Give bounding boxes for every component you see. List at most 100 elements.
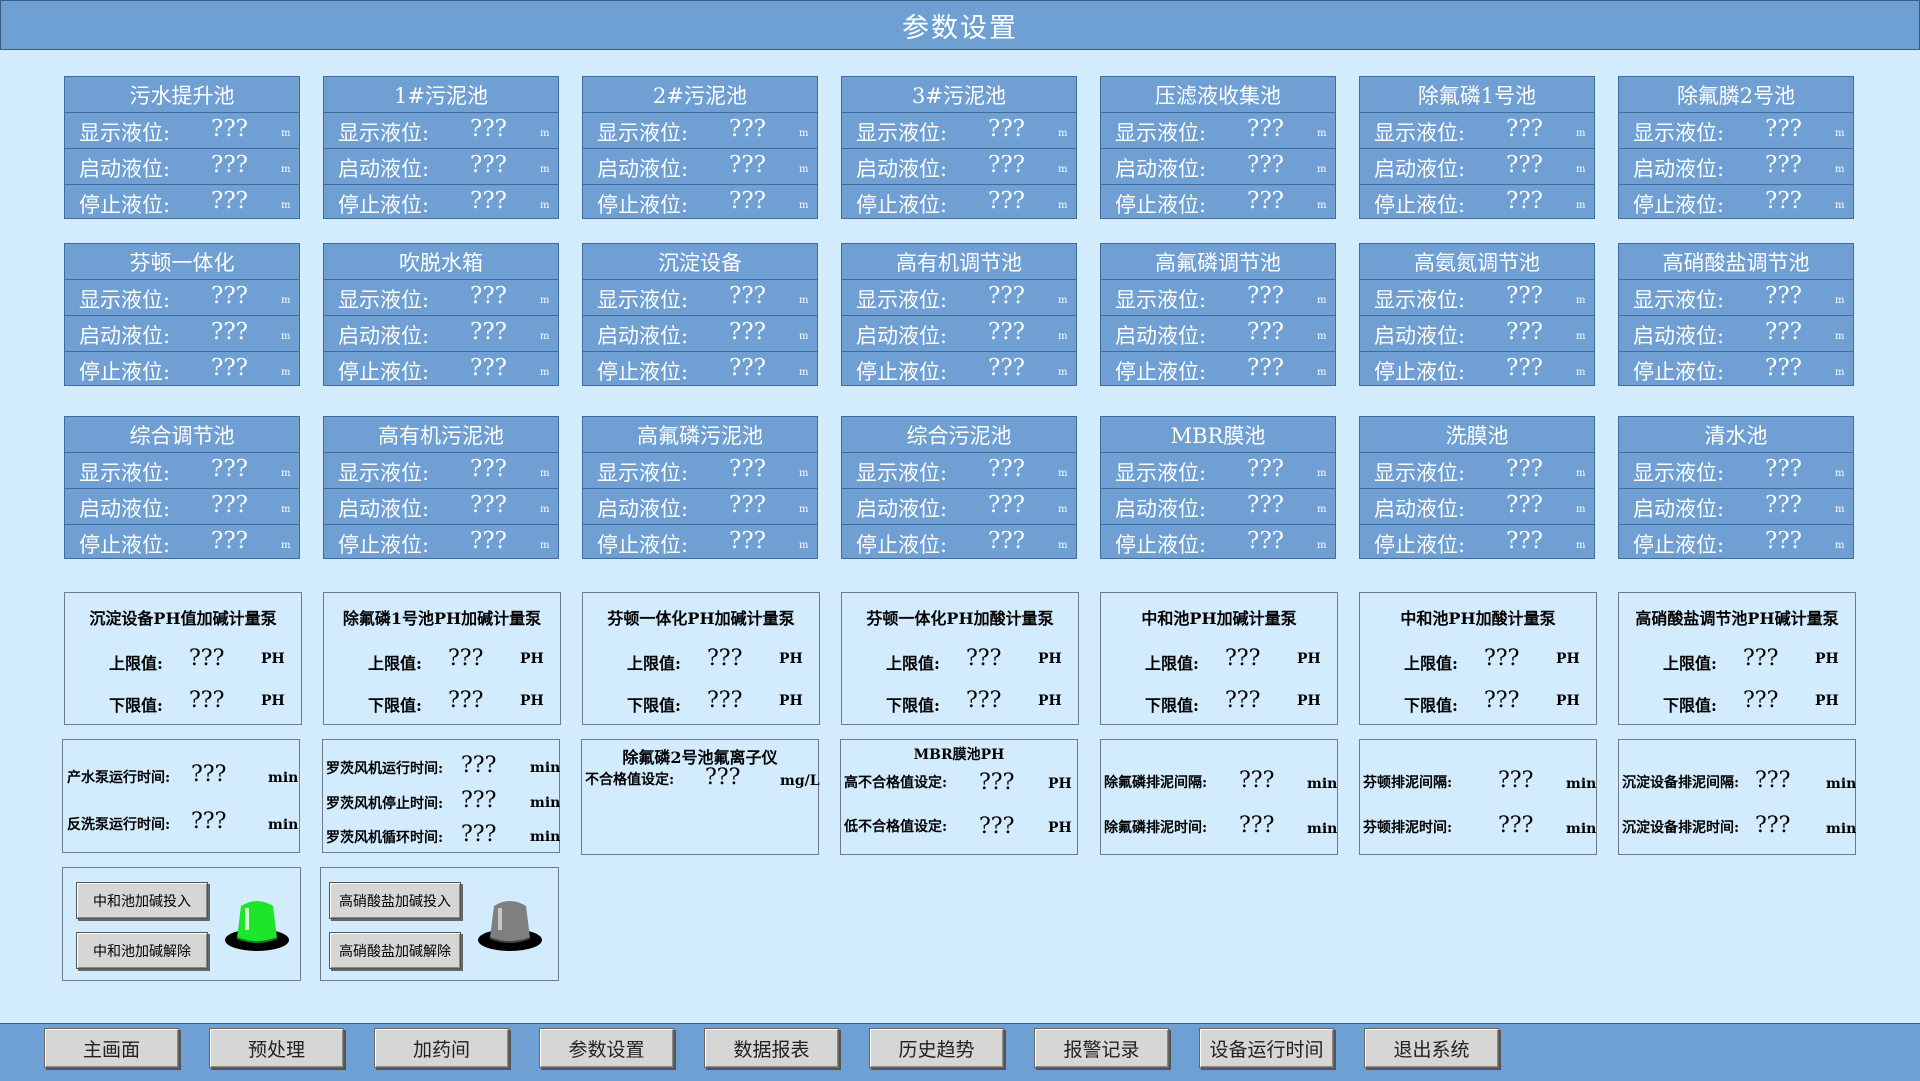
level-value-start[interactable]: ??? xyxy=(1506,492,1543,518)
level-value-start[interactable]: ??? xyxy=(1765,152,1802,178)
backwash-pump-value[interactable]: ??? xyxy=(191,809,226,834)
nav-button[interactable]: 加药间 xyxy=(374,1028,509,1068)
level-value-start[interactable]: ??? xyxy=(211,152,248,178)
nav-button[interactable]: 报警记录 xyxy=(1034,1028,1169,1068)
level-value-display[interactable]: ??? xyxy=(1765,456,1802,482)
level-value-start[interactable]: ??? xyxy=(729,152,766,178)
fp-time-value[interactable]: ??? xyxy=(1239,813,1274,838)
ph-lower-value[interactable]: ??? xyxy=(189,688,224,713)
level-value-display[interactable]: ??? xyxy=(211,456,248,482)
level-value-display[interactable]: ??? xyxy=(1247,116,1284,142)
level-value-start[interactable]: ??? xyxy=(470,319,507,345)
level-value-display[interactable]: ??? xyxy=(1247,456,1284,482)
fenton-interval-value[interactable]: ??? xyxy=(1498,768,1533,793)
level-value-display[interactable]: ??? xyxy=(988,283,1025,309)
level-value-display[interactable]: ??? xyxy=(988,116,1025,142)
level-value-start[interactable]: ??? xyxy=(988,152,1025,178)
level-value-start[interactable]: ??? xyxy=(211,319,248,345)
nav-button[interactable]: 退出系统 xyxy=(1364,1028,1499,1068)
level-value-stop[interactable]: ??? xyxy=(988,355,1025,381)
mbr-low-value[interactable]: ??? xyxy=(979,814,1014,839)
neutral-dosing-on-button[interactable]: 中和池加碱投入 xyxy=(76,882,208,919)
level-value-start[interactable]: ??? xyxy=(988,319,1025,345)
ph-upper-value[interactable]: ??? xyxy=(448,646,483,671)
level-value-stop[interactable]: ??? xyxy=(1765,188,1802,214)
level-value-stop[interactable]: ??? xyxy=(1247,528,1284,554)
level-value-display[interactable]: ??? xyxy=(211,283,248,309)
roots-stop-value[interactable]: ??? xyxy=(461,788,496,813)
roots-run-value[interactable]: ??? xyxy=(461,753,496,778)
level-value-stop[interactable]: ??? xyxy=(1506,188,1543,214)
level-value-display[interactable]: ??? xyxy=(470,283,507,309)
level-value-start[interactable]: ??? xyxy=(1765,319,1802,345)
level-value-stop[interactable]: ??? xyxy=(1506,355,1543,381)
mbr-high-value[interactable]: ??? xyxy=(979,770,1014,795)
fluoride-value[interactable]: ??? xyxy=(705,765,740,790)
level-value-start[interactable]: ??? xyxy=(211,492,248,518)
level-value-stop[interactable]: ??? xyxy=(1765,355,1802,381)
fenton-time-value[interactable]: ??? xyxy=(1498,813,1533,838)
produce-pump-value[interactable]: ??? xyxy=(191,762,226,787)
level-value-display[interactable]: ??? xyxy=(470,116,507,142)
sed-interval-value[interactable]: ??? xyxy=(1755,768,1790,793)
ph-lower-value[interactable]: ??? xyxy=(966,688,1001,713)
nitrate-dosing-off-button[interactable]: 高硝酸盐加碱解除 xyxy=(329,932,461,969)
ph-lower-value[interactable]: ??? xyxy=(1743,688,1778,713)
ph-upper-value[interactable]: ??? xyxy=(1225,646,1260,671)
level-value-start[interactable]: ??? xyxy=(988,492,1025,518)
level-value-stop[interactable]: ??? xyxy=(211,188,248,214)
ph-upper-value[interactable]: ??? xyxy=(189,646,224,671)
nav-button[interactable]: 预处理 xyxy=(209,1028,344,1068)
neutral-dosing-off-button[interactable]: 中和池加碱解除 xyxy=(76,932,208,969)
level-value-display[interactable]: ??? xyxy=(729,283,766,309)
nitrate-dosing-on-button[interactable]: 高硝酸盐加碱投入 xyxy=(329,882,461,919)
level-value-display[interactable]: ??? xyxy=(988,456,1025,482)
level-value-display[interactable]: ??? xyxy=(1247,283,1284,309)
level-value-start[interactable]: ??? xyxy=(1506,319,1543,345)
level-value-stop[interactable]: ??? xyxy=(729,188,766,214)
level-value-stop[interactable]: ??? xyxy=(988,528,1025,554)
level-value-display[interactable]: ??? xyxy=(1506,116,1543,142)
ph-upper-value[interactable]: ??? xyxy=(1484,646,1519,671)
level-value-stop[interactable]: ??? xyxy=(1765,528,1802,554)
level-value-stop[interactable]: ??? xyxy=(470,188,507,214)
level-value-display[interactable]: ??? xyxy=(729,456,766,482)
level-value-start[interactable]: ??? xyxy=(729,319,766,345)
level-value-stop[interactable]: ??? xyxy=(1247,355,1284,381)
ph-upper-value[interactable]: ??? xyxy=(707,646,742,671)
level-value-stop[interactable]: ??? xyxy=(1506,528,1543,554)
level-value-stop[interactable]: ??? xyxy=(470,528,507,554)
level-value-display[interactable]: ??? xyxy=(1765,283,1802,309)
level-value-stop[interactable]: ??? xyxy=(729,355,766,381)
ph-upper-value[interactable]: ??? xyxy=(1743,646,1778,671)
nav-button[interactable]: 历史趋势 xyxy=(869,1028,1004,1068)
level-value-start[interactable]: ??? xyxy=(470,492,507,518)
level-value-stop[interactable]: ??? xyxy=(470,355,507,381)
level-value-display[interactable]: ??? xyxy=(729,116,766,142)
level-value-display[interactable]: ??? xyxy=(1506,283,1543,309)
level-value-start[interactable]: ??? xyxy=(729,492,766,518)
ph-lower-value[interactable]: ??? xyxy=(707,688,742,713)
level-value-display[interactable]: ??? xyxy=(470,456,507,482)
nav-button[interactable]: 主画面 xyxy=(44,1028,179,1068)
level-value-start[interactable]: ??? xyxy=(1765,492,1802,518)
level-value-display[interactable]: ??? xyxy=(1765,116,1802,142)
level-value-stop[interactable]: ??? xyxy=(211,355,248,381)
level-value-start[interactable]: ??? xyxy=(1247,152,1284,178)
level-value-start[interactable]: ??? xyxy=(1247,492,1284,518)
ph-upper-value[interactable]: ??? xyxy=(966,646,1001,671)
nav-button[interactable]: 数据报表 xyxy=(704,1028,839,1068)
level-value-start[interactable]: ??? xyxy=(470,152,507,178)
level-value-stop[interactable]: ??? xyxy=(1247,188,1284,214)
level-value-start[interactable]: ??? xyxy=(1506,152,1543,178)
level-value-display[interactable]: ??? xyxy=(1506,456,1543,482)
nav-button[interactable]: 参数设置 xyxy=(539,1028,674,1068)
level-value-stop[interactable]: ??? xyxy=(729,528,766,554)
roots-cycle-value[interactable]: ??? xyxy=(461,822,496,847)
level-value-stop[interactable]: ??? xyxy=(211,528,248,554)
nav-button[interactable]: 设备运行时间 xyxy=(1199,1028,1334,1068)
ph-lower-value[interactable]: ??? xyxy=(448,688,483,713)
level-value-stop[interactable]: ??? xyxy=(988,188,1025,214)
ph-lower-value[interactable]: ??? xyxy=(1225,688,1260,713)
ph-lower-value[interactable]: ??? xyxy=(1484,688,1519,713)
